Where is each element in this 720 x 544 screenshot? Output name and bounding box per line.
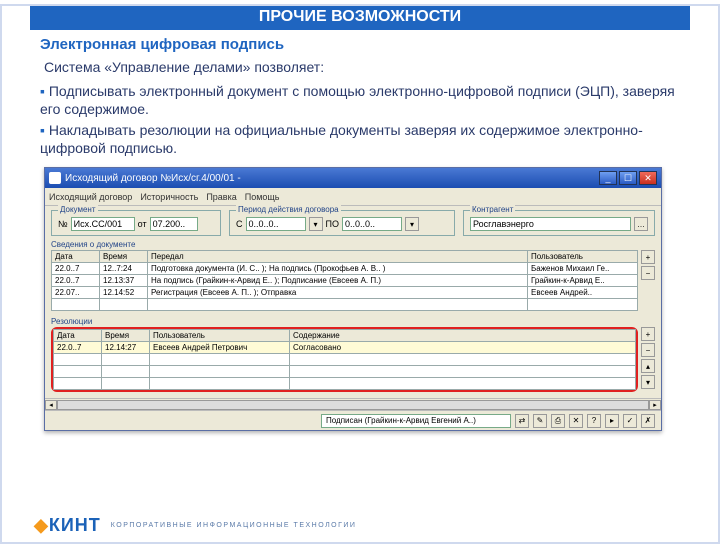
col-header[interactable]: Передал (148, 251, 528, 263)
resolution-highlight: Дата Время Пользователь Содержание 22.0.… (51, 327, 638, 392)
col-header[interactable]: Пользователь (150, 330, 290, 342)
from-field[interactable]: 0..0..0.. (246, 217, 306, 231)
brand: ◆КИНТ КОРПОРАТИВНЫЕ ИНФОРМАЦИОННЫЕ ТЕХНО… (34, 515, 356, 536)
col-header[interactable]: Время (102, 330, 150, 342)
panel-document: Документ № Исх.СС/001 от 07.200.. (51, 210, 221, 236)
statusbar: Подписан (Грайкин-к-Арвид Евгений А..) ⇄… (45, 410, 661, 430)
grid-legend: Сведения о документе (51, 240, 655, 249)
down-icon[interactable]: ▾ (641, 375, 655, 389)
remove-row-icon[interactable]: − (641, 343, 655, 357)
table-row[interactable]: 22.0..712.13:37На подпись (Грайкин-к-Арв… (52, 275, 638, 287)
to-label: ПО (326, 219, 339, 229)
resolution-table[interactable]: Дата Время Пользователь Содержание 22.0.… (53, 329, 636, 390)
calendar-icon[interactable]: ▾ (309, 217, 323, 231)
menu-item[interactable]: Правка (206, 192, 236, 202)
col-header[interactable]: Время (100, 251, 148, 263)
table-row[interactable]: 22.0..712..7:24Подготовка документа (И. … (52, 263, 638, 275)
add-row-icon[interactable]: + (641, 250, 655, 264)
help-icon[interactable]: ? (587, 414, 601, 428)
remove-row-icon[interactable]: − (641, 266, 655, 280)
brand-tagline: КОРПОРАТИВНЫЕ ИНФОРМАЦИОННЫЕ ТЕХНОЛОГИИ (111, 522, 357, 529)
num-label: № (58, 219, 68, 229)
close-button[interactable]: ✕ (639, 171, 657, 185)
minimize-button[interactable]: _ (599, 171, 617, 185)
sign-icon[interactable]: ✎ (533, 414, 547, 428)
panel-legend: Период действия договора (236, 205, 341, 214)
col-header[interactable]: Пользователь (528, 251, 638, 263)
slide-header: ПРОЧИЕ ВОЗМОЖНОСТИ (30, 4, 690, 30)
date-label: от (138, 219, 147, 229)
bullet-item: Накладывать резолюции на официальные док… (40, 122, 680, 157)
menu-item[interactable]: Исходящий договор (49, 192, 132, 202)
table-row[interactable] (52, 299, 638, 311)
menu-item[interactable]: Помощь (245, 192, 280, 202)
menu-item[interactable]: Историчность (140, 192, 198, 202)
calendar-icon[interactable]: ▾ (405, 217, 419, 231)
grid-legend: Резолюции (51, 317, 655, 326)
status-field: Подписан (Грайкин-к-Арвид Евгений А..) (321, 414, 511, 428)
table-row[interactable] (54, 366, 636, 378)
table-row[interactable]: 22.0..712.14:27Евсеев Андрей ПетровичСог… (54, 342, 636, 354)
table-row[interactable] (54, 354, 636, 366)
num-field[interactable]: Исх.СС/001 (71, 217, 135, 231)
panel-legend: Контрагент (470, 205, 515, 214)
scroll-right-icon[interactable]: ▸ (649, 400, 661, 410)
table-row[interactable] (54, 378, 636, 390)
lookup-icon[interactable]: … (634, 217, 648, 231)
window-title: Исходящий договор №Исх/сг.4/00/01 - (65, 173, 241, 184)
print-icon[interactable]: ⎙ (551, 414, 565, 428)
arrow-icon[interactable]: ▸ (605, 414, 619, 428)
cancel-icon[interactable]: ✗ (641, 414, 655, 428)
tools-icon[interactable]: ✕ (569, 414, 583, 428)
horizontal-scrollbar[interactable]: ◂ ▸ (45, 398, 661, 410)
date-field[interactable]: 07.200.. (150, 217, 198, 231)
table-row[interactable]: 22.07..12.14:52Регистрация (Евсеев А. П.… (52, 287, 638, 299)
titlebar: Исходящий договор №Исх/сг.4/00/01 - _ ☐ … (45, 168, 661, 188)
slide-lead: Система «Управление делами» позволяет: (44, 59, 676, 75)
col-header[interactable]: Содержание (290, 330, 636, 342)
to-field[interactable]: 0..0..0.. (342, 217, 402, 231)
history-table[interactable]: Дата Время Передал Пользователь 22.0..71… (51, 250, 638, 311)
menubar: Исходящий договор Историчность Правка По… (45, 188, 661, 206)
ok-icon[interactable]: ✓ (623, 414, 637, 428)
app-window: Исходящий договор №Исх/сг.4/00/01 - _ ☐ … (44, 167, 662, 431)
from-label: С (236, 219, 243, 229)
scroll-left-icon[interactable]: ◂ (45, 400, 57, 410)
up-icon[interactable]: ▴ (641, 359, 655, 373)
panel-partner: Контрагент Росглавэнерго … (463, 210, 655, 236)
slide-subtitle: Электронная цифровая подпись (40, 36, 680, 53)
add-row-icon[interactable]: + (641, 327, 655, 341)
maximize-button[interactable]: ☐ (619, 171, 637, 185)
bullet-item: Подписывать электронный документ с помощ… (40, 83, 680, 118)
app-icon (49, 172, 61, 184)
panel-legend: Документ (58, 205, 98, 214)
panel-period: Период действия договора С 0..0..0.. ▾ П… (229, 210, 455, 236)
brand-logo: ◆КИНТ (34, 515, 101, 536)
col-header[interactable]: Дата (54, 330, 102, 342)
col-header[interactable]: Дата (52, 251, 100, 263)
route-icon[interactable]: ⇄ (515, 414, 529, 428)
partner-field[interactable]: Росглавэнерго (470, 217, 631, 231)
bullet-list: Подписывать электронный документ с помощ… (40, 83, 680, 157)
